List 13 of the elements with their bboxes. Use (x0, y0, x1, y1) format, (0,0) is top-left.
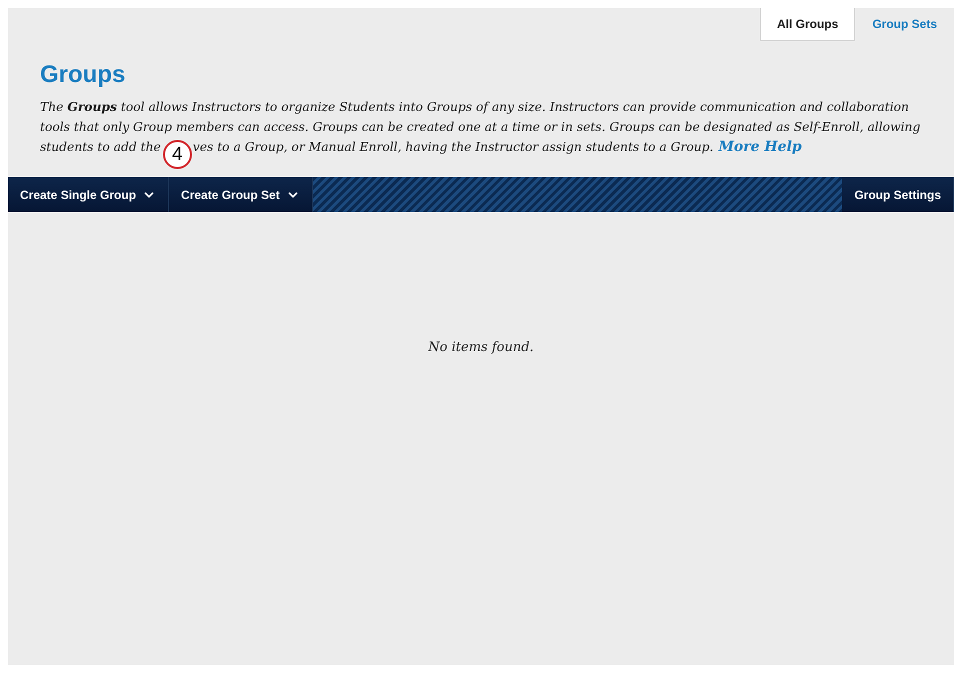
more-help-link[interactable]: More Help (718, 137, 802, 157)
description-text: ves to a Group, or Manual Enroll, having the Instructor assign students to a Group. (192, 139, 714, 156)
page-title: Groups (40, 61, 126, 89)
menu-button[interactable]: Create Group Set (169, 177, 313, 212)
settings-button[interactable]: Group Settings (842, 177, 954, 212)
description-text: tools that only Group members can access. Groups can be created one at a time or in sets. Groups can be designated as Self-Enroll, allowing (40, 119, 922, 136)
tab[interactable]: All Groups (760, 8, 856, 41)
empty-message: No items found. (428, 340, 534, 355)
step-number-badge: 4 (162, 140, 192, 169)
menu-button[interactable]: Create Single Group (8, 177, 170, 212)
description-text: The Groups tool allows Instructors to organize Students into Groups of any size. Instructors can provide communication and collaboration (40, 98, 910, 116)
description-text: students to add the (40, 139, 161, 156)
tab[interactable]: Group Sets (855, 8, 954, 41)
